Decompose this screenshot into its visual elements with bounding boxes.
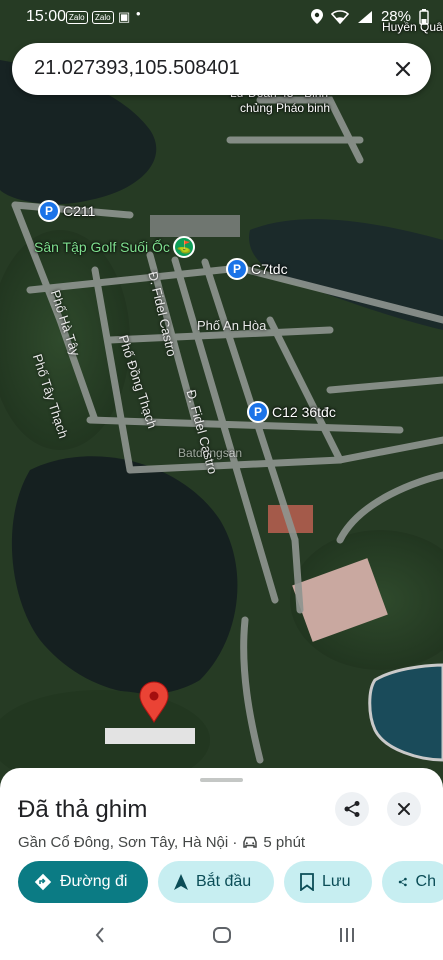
close-icon bbox=[398, 803, 410, 815]
home-button[interactable] bbox=[208, 922, 236, 948]
clear-search-button[interactable] bbox=[389, 55, 417, 83]
status-right: 28% bbox=[310, 8, 429, 25]
battery-icon bbox=[419, 8, 429, 25]
road-label-an-hoa: Phố An Hòa bbox=[197, 318, 267, 333]
wifi-icon bbox=[330, 9, 349, 24]
place-title: Đã thả ghim bbox=[18, 796, 148, 823]
drive-time: 5 phút bbox=[263, 834, 306, 851]
car-icon bbox=[243, 836, 258, 848]
maps-screen: Lữ Đoàn 45 - Binh chủng Pháo binh Huyền … bbox=[0, 0, 443, 960]
directions-label: Đường đi bbox=[60, 873, 128, 890]
share-chip-button[interactable]: Ch bbox=[382, 861, 443, 903]
share-label: Ch bbox=[415, 873, 436, 890]
share-button[interactable] bbox=[335, 792, 369, 826]
close-icon bbox=[395, 61, 411, 77]
map-canvas[interactable] bbox=[0, 0, 443, 800]
battery-percent: 28% bbox=[380, 8, 411, 25]
satellite-map[interactable]: Lữ Đoàn 45 - Binh chủng Pháo binh Huyền … bbox=[0, 0, 443, 800]
status-bar: 15:00 Zalo Zalo ▣ • 28% bbox=[0, 0, 443, 34]
share-icon bbox=[344, 801, 360, 817]
poi-label: C12 36tđc bbox=[272, 404, 336, 420]
location-icon bbox=[310, 9, 323, 24]
recents-button[interactable] bbox=[333, 922, 361, 948]
directions-icon bbox=[34, 873, 52, 891]
parking-icon: P bbox=[247, 401, 269, 423]
save-button[interactable]: Lưu bbox=[284, 861, 372, 903]
map-poi-golf[interactable]: Sân Tập Golf Suối Ốc ⛳ bbox=[34, 236, 195, 258]
search-bar[interactable]: 21.027393,105.508401 bbox=[12, 43, 431, 95]
map-label-brigade-2[interactable]: chủng Pháo binh bbox=[240, 101, 330, 115]
start-button[interactable]: Bắt đầu bbox=[158, 861, 274, 903]
map-poi-c7tdc[interactable]: P C7tdc bbox=[226, 258, 288, 280]
parking-icon: P bbox=[38, 200, 60, 222]
start-label: Bắt đầu bbox=[196, 873, 252, 890]
action-chips: Đường đi Bắt đầu Lưu Ch bbox=[18, 861, 443, 903]
parking-icon: P bbox=[226, 258, 248, 280]
navigation-arrow-icon bbox=[174, 874, 188, 890]
signal-icon bbox=[357, 10, 372, 23]
place-subtitle: Gần Cổ Đông, Sơn Tây, Hà Nội · 5 phút bbox=[18, 834, 305, 851]
close-sheet-button[interactable] bbox=[387, 792, 421, 826]
home-icon bbox=[213, 927, 231, 943]
status-time: 15:00 bbox=[26, 8, 67, 25]
gallery-icon: ▣ bbox=[118, 9, 131, 24]
system-nav-bar bbox=[0, 910, 443, 960]
zalo-icon: Zalo bbox=[92, 11, 114, 24]
save-label: Lưu bbox=[322, 873, 351, 890]
drag-handle[interactable] bbox=[200, 778, 243, 782]
poi-label: C7tdc bbox=[251, 261, 288, 277]
watermark: Batdongsan bbox=[178, 446, 243, 460]
search-input[interactable]: 21.027393,105.508401 bbox=[34, 57, 240, 80]
place-address: Gần Cổ Đông, Sơn Tây, Hà Nội · bbox=[18, 834, 238, 851]
bookmark-icon bbox=[300, 873, 314, 891]
poi-label: C211 bbox=[63, 203, 96, 219]
dot-icon: • bbox=[136, 6, 141, 21]
share-icon bbox=[398, 877, 407, 887]
map-poi-c12[interactable]: P C12 36tđc bbox=[247, 401, 336, 423]
directions-button[interactable]: Đường đi bbox=[18, 861, 148, 903]
golf-icon: ⛳ bbox=[172, 236, 195, 258]
recents-icon bbox=[340, 928, 354, 942]
zalo-icon: Zalo bbox=[66, 11, 88, 24]
back-button[interactable] bbox=[86, 922, 114, 948]
poi-label: Sân Tập Golf Suối Ốc bbox=[34, 239, 170, 255]
map-poi-c211[interactable]: P C211 bbox=[38, 200, 95, 222]
back-icon bbox=[95, 927, 104, 943]
